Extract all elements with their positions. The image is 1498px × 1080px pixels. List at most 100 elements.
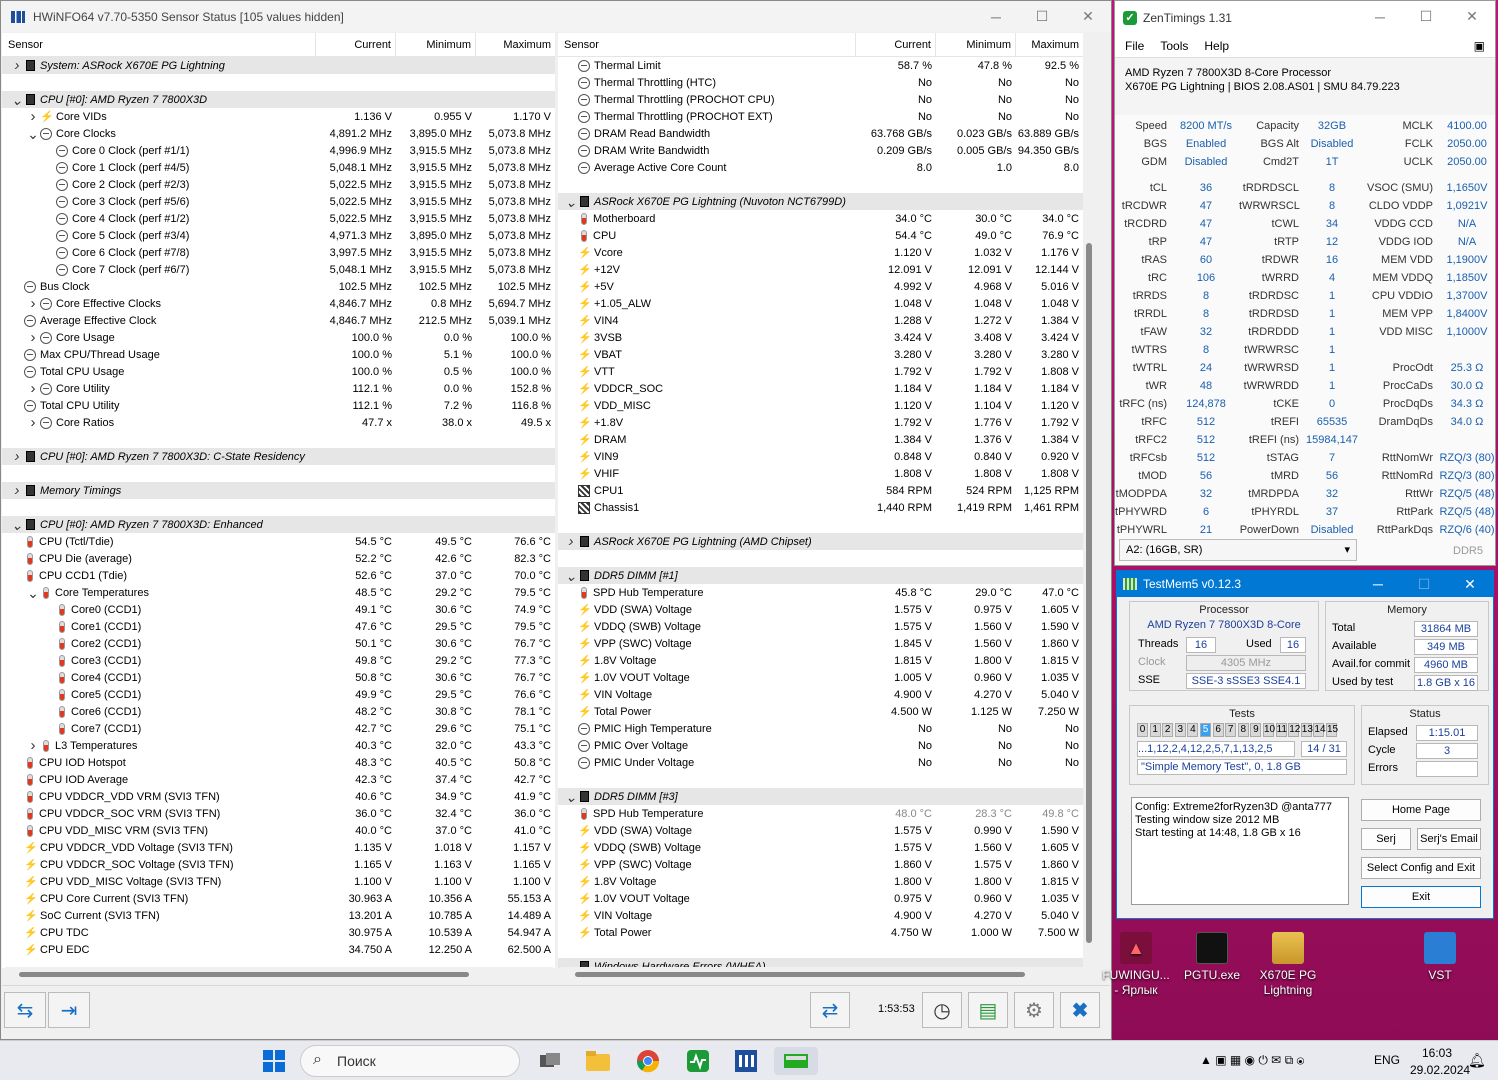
chevron-right-icon[interactable]: › <box>26 295 40 312</box>
sensor-row[interactable]: Core 2 Clock (perf #2/3) 5,022.5 MHz 3,915… <box>2 176 555 193</box>
testmem5-task-icon[interactable] <box>774 1047 818 1075</box>
sensor-row[interactable]: ⚡ VDD (SWA) Voltage 1.575 V 0.975 V 1.605 V <box>558 601 1095 618</box>
sensor-group-row[interactable]: › System: ASRock X670E PG Lightning <box>2 57 555 74</box>
sensor-row[interactable]: Core 5 Clock (perf #3/4) 4,971.3 MHz 3,895… <box>2 227 555 244</box>
chevron-right-icon[interactable]: › <box>26 414 40 431</box>
sensor-row[interactable]: › Core Utility 112.1 % 0.0 % 152.8 % <box>2 380 555 397</box>
sensor-row[interactable]: CPU1 584 RPM 524 RPM 1,125 RPM <box>558 482 1095 499</box>
close-sensors-icon[interactable]: ✖ <box>1060 992 1100 1028</box>
chevron-right-icon[interactable]: › <box>10 57 24 74</box>
windows-start-icon[interactable] <box>260 1047 288 1075</box>
language-indicator[interactable]: ENG <box>1374 1053 1400 1067</box>
col-minimum[interactable]: Minimum <box>396 33 476 56</box>
sensor-row[interactable]: Core 6 Clock (perf #7/8) 3,997.5 MHz 3,915… <box>2 244 555 261</box>
explorer-icon[interactable] <box>584 1047 612 1075</box>
sensor-group-row[interactable]: ⌄ CPU [#0]: AMD Ryzen 7 7800X3D: Enhanced <box>2 516 555 533</box>
sensor-row[interactable]: ⚡ Vcore 1.120 V 1.032 V 1.176 V <box>558 244 1095 261</box>
sensor-row[interactable]: › L3 Temperatures 40.3 °C 32.0 °C 43.3 °C <box>2 737 555 754</box>
network-icon[interactable]: ⇄ <box>810 992 850 1028</box>
sensor-row[interactable]: CPU CCD1 (Tdie) 52.6 °C 37.0 °C 70.0 °C <box>2 567 555 584</box>
sensor-row[interactable]: ⚡ VPP (SWC) Voltage 1.845 V 1.560 V 1.860 V <box>558 635 1095 652</box>
sensor-row[interactable]: ⚡ CPU EDC 34.750 A 12.250 A 62.500 A <box>2 941 555 958</box>
sensor-row[interactable]: Core 1 Clock (perf #4/5) 5,048.1 MHz 3,915… <box>2 159 555 176</box>
maximize-button[interactable]: ☐ <box>1401 571 1447 597</box>
sensor-row[interactable]: ⚡ +5V 4.992 V 4.968 V 5.016 V <box>558 278 1095 295</box>
menu-tools[interactable]: Tools <box>1160 39 1188 53</box>
sensor-row[interactable]: ⚡ CPU VDD_MISC Voltage (SVI3 TFN) 1.100 V 1… <box>2 873 555 890</box>
collapse-arrows-button[interactable]: ⇥ <box>48 992 90 1028</box>
col-sensor[interactable]: Sensor <box>2 33 316 56</box>
task-view-icon[interactable] <box>536 1047 564 1075</box>
sensor-group-row[interactable]: ⌄ DDR5 DIMM [#3] <box>558 788 1095 805</box>
serj-email-button[interactable]: Serj's Email <box>1417 828 1481 850</box>
menu-file[interactable]: File <box>1125 39 1144 53</box>
sensor-row[interactable]: Thermal Throttling (HTC) No No No <box>558 74 1095 91</box>
sensor-row[interactable]: Core3 (CCD1) 49.8 °C 29.2 °C 77.3 °C <box>2 652 555 669</box>
desktop-icon-x670e[interactable]: X670E PG Lightning <box>1250 932 1326 998</box>
sensor-row[interactable]: Core 0 Clock (perf #1/1) 4,996.9 MHz 3,915… <box>2 142 555 159</box>
col-sensor[interactable]: Sensor <box>558 33 856 56</box>
sensor-row[interactable]: ⚡ +1.8V 1.792 V 1.776 V 1.792 V <box>558 414 1095 431</box>
sensor-row[interactable]: CPU VDDCR_VDD VRM (SVI3 TFN) 40.6 °C 34.9 … <box>2 788 555 805</box>
sensor-row[interactable]: Max CPU/Thread Usage 100.0 % 5.1 % 100.0 % <box>2 346 555 363</box>
maximize-button[interactable]: ☐ <box>1403 1 1449 32</box>
close-button[interactable]: ✕ <box>1065 1 1111 32</box>
sensor-row[interactable]: › ⚡ Core VIDs 1.136 V 0.955 V 1.170 V <box>2 108 555 125</box>
chrome-icon[interactable] <box>634 1047 662 1075</box>
col-current[interactable]: Current <box>316 33 396 56</box>
sensor-row[interactable]: Thermal Throttling (PROCHOT CPU) No No No <box>558 91 1095 108</box>
camera-icon[interactable]: ▣ <box>1474 39 1485 53</box>
sensor-group-row[interactable]: › Memory Timings <box>2 482 555 499</box>
tray-icons[interactable]: ▲ ▣ ▦ ◉ ⏻ ✉ ⧉ ⦿ <box>1200 1053 1304 1068</box>
sensor-row[interactable]: PMIC Under Voltage No No No <box>558 754 1095 771</box>
sensor-row[interactable]: Core1 (CCD1) 47.6 °C 29.5 °C 79.5 °C <box>2 618 555 635</box>
sensor-row[interactable]: › Core Ratios 47.7 x 38.0 x 49.5 x <box>2 414 555 431</box>
sensor-row[interactable]: Core4 (CCD1) 50.8 °C 30.6 °C 76.7 °C <box>2 669 555 686</box>
sensor-row[interactable]: Chassis1 1,440 RPM 1,419 RPM 1,461 RPM <box>558 499 1095 516</box>
horizontal-scrollbar-left[interactable] <box>5 967 553 981</box>
sensor-row[interactable]: Core7 (CCD1) 42.7 °C 29.6 °C 75.1 °C <box>2 720 555 737</box>
sensor-row[interactable]: CPU IOD Average 42.3 °C 37.4 °C 42.7 °C <box>2 771 555 788</box>
sensor-row[interactable]: CPU VDDCR_SOC VRM (SVI3 TFN) 36.0 °C 32.4 … <box>2 805 555 822</box>
col-minimum[interactable]: Minimum <box>936 33 1016 56</box>
sensor-group-row[interactable]: › CPU [#0]: AMD Ryzen 7 7800X3D: C-State … <box>2 448 555 465</box>
menu-help[interactable]: Help <box>1204 39 1229 53</box>
sensor-row[interactable]: › Core Effective Clocks 4,846.7 MHz 0.8 MHz… <box>2 295 555 312</box>
sensor-row[interactable]: Core 4 Clock (perf #1/2) 5,022.5 MHz 3,915… <box>2 210 555 227</box>
sensor-row[interactable]: ⚡ VIN9 0.848 V 0.840 V 0.920 V <box>558 448 1095 465</box>
sensor-row[interactable]: ⚡ CPU VDDCR_VDD Voltage (SVI3 TFN) 1.135 V… <box>2 839 555 856</box>
sensor-row[interactable]: ⚡ VIN4 1.288 V 1.272 V 1.384 V <box>558 312 1095 329</box>
col-current[interactable]: Current <box>856 33 936 56</box>
sensor-row[interactable]: Total CPU Usage 100.0 % 0.5 % 100.0 % <box>2 363 555 380</box>
sensor-row[interactable]: ⚡ VIN Voltage 4.900 V 4.270 V 5.040 V <box>558 686 1095 703</box>
sensor-row[interactable]: ⚡ 1.0V VOUT Voltage 0.975 V 0.960 V 1.035 V <box>558 890 1095 907</box>
sensor-row[interactable]: ⚡ SoC Current (SVI3 TFN) 13.201 A 10.785 A 1… <box>2 907 555 924</box>
chevron-down-icon[interactable]: ⌄ <box>564 570 578 582</box>
sensor-group-row[interactable]: ⌄ CPU [#0]: AMD Ryzen 7 7800X3D <box>2 91 555 108</box>
sensor-row[interactable]: ⚡ 3VSB 3.424 V 3.408 V 3.424 V <box>558 329 1095 346</box>
sensor-row[interactable]: ⚡ +1.05_ALW 1.048 V 1.048 V 1.048 V <box>558 295 1095 312</box>
chevron-down-icon[interactable]: ⌄ <box>564 196 578 208</box>
sensor-row[interactable]: ⚡ VBAT 3.280 V 3.280 V 3.280 V <box>558 346 1095 363</box>
sensor-row[interactable]: ⚡ VDDCR_SOC 1.184 V 1.184 V 1.184 V <box>558 380 1095 397</box>
sensor-row[interactable]: ⌄ Core Temperatures 48.5 °C 29.2 °C 79.5 °C <box>2 584 555 601</box>
sensor-row[interactable]: ⚡ CPU VDDCR_SOC Voltage (SVI3 TFN) 1.165 V… <box>2 856 555 873</box>
settings-gear-icon[interactable]: ⚙ <box>1014 992 1054 1028</box>
close-button[interactable]: ✕ <box>1449 1 1495 32</box>
clock-icon[interactable]: ◷ <box>922 992 962 1028</box>
log-textarea[interactable]: Config: Extreme2forRyzen3D @anta777 Testi… <box>1131 797 1349 905</box>
hwinfo-titlebar[interactable]: HWiNFO64 v7.70-5350 Sensor Status [105 v… <box>1 1 1111 32</box>
chevron-right-icon[interactable]: › <box>10 482 24 499</box>
chevron-right-icon[interactable]: › <box>10 448 24 465</box>
sensor-row[interactable]: Thermal Limit 58.7 % 47.8 % 92.5 % <box>558 57 1095 74</box>
sensor-row[interactable]: PMIC Over Voltage No No No <box>558 737 1095 754</box>
clock-time[interactable]: 16:03 <box>1422 1046 1452 1060</box>
minimize-button[interactable]: ─ <box>1355 571 1401 597</box>
col-maximum[interactable]: Maximum <box>1016 33 1083 56</box>
desktop-icon-pgtu[interactable]: PGTU.exe <box>1174 932 1250 983</box>
sensor-row[interactable]: ⚡ CPU TDC 30.975 A 10.539 A 54.947 A <box>2 924 555 941</box>
sensor-row[interactable]: DRAM Read Bandwidth 63.768 GB/s 0.023 GB/s… <box>558 125 1095 142</box>
sensor-row[interactable]: ⚡ 1.8V Voltage 1.800 V 1.800 V 1.815 V <box>558 873 1095 890</box>
sensor-row[interactable]: Core 3 Clock (perf #5/6) 5,022.5 MHz 3,915… <box>2 193 555 210</box>
minimize-button[interactable]: ─ <box>1357 1 1403 32</box>
